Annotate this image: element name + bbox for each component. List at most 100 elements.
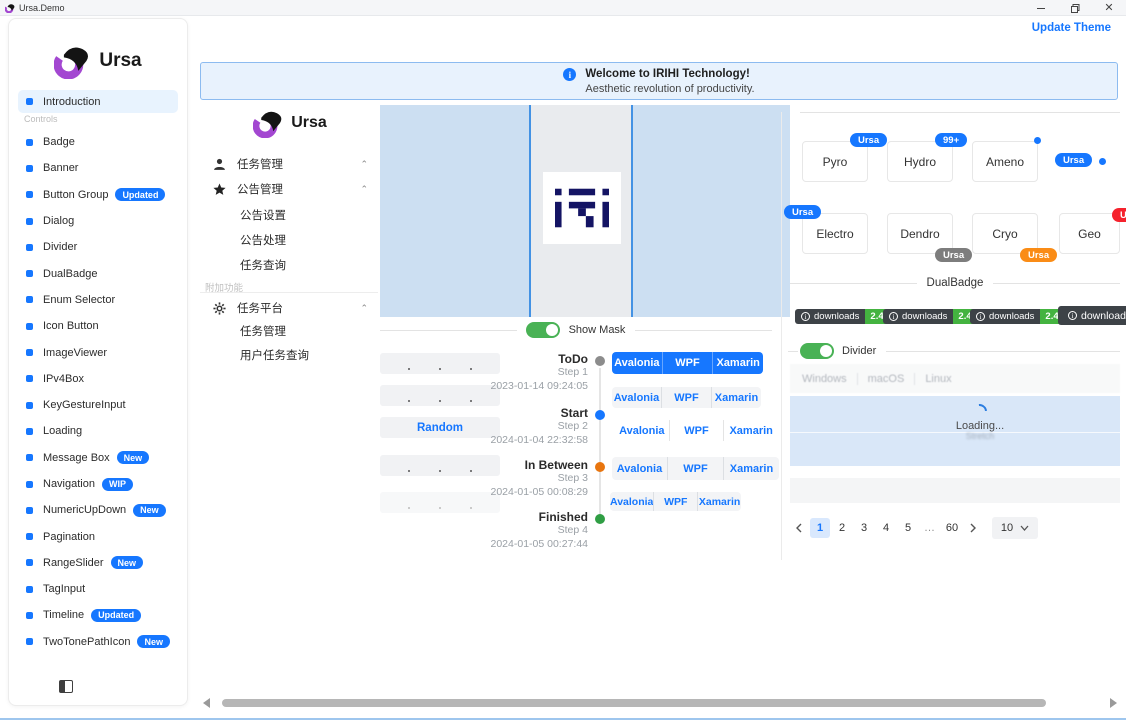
- nav-item---6[interactable]: 任务平台⌃: [200, 296, 380, 320]
- scroll-right-icon[interactable]: [1110, 698, 1117, 708]
- close-icon[interactable]: ✕: [1092, 0, 1126, 16]
- octet-separator-dot: [439, 400, 441, 402]
- nav-item---0[interactable]: 任务管理 ⌃: [200, 152, 380, 176]
- button-avalonia[interactable]: Avalonia: [612, 387, 661, 408]
- sidebar-item-timeline[interactable]: TimelineUpdated: [18, 602, 186, 628]
- sidebar-item-label: DualBadge: [43, 268, 97, 280]
- sidebar-item-ipv4box[interactable]: IPv4Box: [18, 366, 186, 392]
- minimize-icon[interactable]: [1024, 0, 1058, 16]
- sidebar-item-label: Dialog: [43, 215, 74, 227]
- octet-separator-dot: [408, 507, 410, 509]
- sidebar-item-enum-selector[interactable]: Enum Selector: [18, 287, 186, 313]
- nav-item---2[interactable]: 公告设置: [200, 203, 380, 227]
- sidebar-item-navigation[interactable]: NavigationWIP: [18, 471, 186, 497]
- page-button-2[interactable]: 2: [832, 518, 852, 538]
- sidebar-item-icon-button[interactable]: Icon Button: [18, 313, 186, 339]
- nav-item-label: 任务管理: [237, 156, 283, 172]
- viewer-divider-right[interactable]: [631, 105, 633, 317]
- page-button-5[interactable]: 5: [898, 518, 918, 538]
- button-avalonia[interactable]: Avalonia: [612, 352, 662, 374]
- sidebar-item-rangeslider[interactable]: RangeSliderNew: [18, 550, 186, 576]
- sidebar-item-divider[interactable]: Divider: [18, 234, 186, 260]
- page-button-60[interactable]: 60: [942, 518, 962, 538]
- button-xamarin[interactable]: Xamarin: [723, 420, 778, 441]
- divider-line: [790, 283, 917, 284]
- sidebar-item-dualbadge[interactable]: DualBadge: [18, 260, 186, 286]
- button-group-light-compact: AvaloniaWPFXamarin: [610, 492, 741, 511]
- viewer-divider-left[interactable]: [529, 105, 531, 317]
- bullet-icon: [26, 139, 33, 146]
- restore-icon[interactable]: [1058, 0, 1092, 16]
- tab-macos-disabled: macOS: [868, 373, 905, 385]
- sidebar-item-banner[interactable]: Banner: [18, 155, 186, 181]
- button-wpf[interactable]: WPF: [662, 352, 713, 374]
- page-prev-icon[interactable]: [790, 518, 808, 538]
- button-wpf[interactable]: WPF: [653, 492, 697, 511]
- sidebar-item-message-box[interactable]: Message BoxNew: [18, 445, 186, 471]
- button-wpf[interactable]: WPF: [669, 420, 724, 441]
- scroll-left-icon[interactable]: [203, 698, 210, 708]
- window-controls: ✕: [1024, 0, 1126, 16]
- sidebar-item-numericupdown[interactable]: NumericUpDownNew: [18, 497, 186, 523]
- irihi-logo-glyph: [555, 188, 609, 228]
- sidebar-item-label: Loading: [43, 425, 82, 437]
- info-icon: i: [1068, 311, 1077, 320]
- page-button-1[interactable]: 1: [810, 518, 830, 538]
- timeline-entry-todo: ToDoStep 12023-01-14 09:24:05: [388, 352, 588, 393]
- sidebar-item-taginput[interactable]: TagInput: [18, 576, 186, 602]
- sidebar-logo: Ursa: [9, 43, 187, 79]
- dualbadge-label-text: downloads: [989, 311, 1034, 322]
- status-badge: WIP: [102, 478, 133, 491]
- info-icon: i: [563, 68, 576, 81]
- chevron-down-icon: [1020, 522, 1029, 534]
- sidebar-item-pagination[interactable]: Pagination: [18, 523, 186, 549]
- sidebar-item-dialog[interactable]: Dialog: [18, 208, 186, 234]
- divider-toggle[interactable]: [800, 343, 834, 359]
- button-avalonia[interactable]: Avalonia: [615, 420, 669, 441]
- nav-item---3[interactable]: 公告处理: [200, 228, 380, 252]
- page-next-icon[interactable]: [964, 518, 982, 538]
- nav-item---1[interactable]: 公告管理⌃: [200, 177, 380, 201]
- user-icon: [213, 158, 226, 171]
- sidebar-item-button-group[interactable]: Button GroupUpdated: [18, 182, 186, 208]
- badge-card-ameno: Ameno: [972, 141, 1038, 182]
- viewer-mask-right: [631, 105, 790, 317]
- sidebar-item-imageviewer[interactable]: ImageViewer: [18, 339, 186, 365]
- button-avalonia[interactable]: Avalonia: [610, 492, 653, 511]
- horizontal-scrollbar[interactable]: [222, 699, 1046, 707]
- button-xamarin[interactable]: Xamarin: [712, 352, 763, 374]
- button-wpf[interactable]: WPF: [667, 457, 723, 480]
- image-viewer[interactable]: [380, 105, 790, 317]
- button-xamarin[interactable]: Xamarin: [697, 492, 741, 511]
- button-avalonia[interactable]: Avalonia: [612, 457, 667, 480]
- nav-item---7[interactable]: 任务管理: [200, 319, 380, 343]
- sidebar-item-label: RangeSlider: [43, 557, 104, 569]
- chevron-up-icon: ⌃: [360, 159, 368, 170]
- button-wpf[interactable]: WPF: [661, 387, 711, 408]
- update-theme-button[interactable]: Update Theme: [1026, 19, 1117, 37]
- sidebar-collapse-icon[interactable]: [59, 680, 73, 693]
- nav-item---8[interactable]: 用户任务查询: [200, 343, 380, 367]
- sidebar-item-label: TwoTonePathIcon: [43, 636, 130, 648]
- sidebar-item-twotonepathicon[interactable]: TwoTonePathIconNew: [18, 629, 186, 655]
- sidebar-item-loading[interactable]: Loading: [18, 418, 186, 444]
- button-xamarin[interactable]: Xamarin: [723, 457, 779, 480]
- info-icon: i: [976, 312, 985, 321]
- sidebar-item-keygestureinput[interactable]: KeyGestureInput: [18, 392, 186, 418]
- button-xamarin[interactable]: Xamarin: [711, 387, 761, 408]
- sidebar-item-label: Enum Selector: [43, 294, 115, 306]
- page-button-4[interactable]: 4: [876, 518, 896, 538]
- sidebar-item-introduction[interactable]: Introduction: [18, 90, 178, 113]
- divider-demo-label: Divider: [842, 345, 876, 357]
- sidebar-item-label: ImageViewer: [43, 347, 107, 359]
- timeline-title: In Between: [388, 458, 588, 472]
- nav-item---4[interactable]: 任务查询: [200, 253, 380, 277]
- sidebar-logo-text: Ursa: [99, 50, 141, 72]
- show-mask-toggle[interactable]: [526, 322, 560, 338]
- loading-background-text: Stretch: [790, 431, 1126, 441]
- page-size-dropdown[interactable]: 10: [992, 517, 1038, 539]
- timeline-dot-icon: [595, 514, 605, 524]
- sidebar-item-badge[interactable]: Badge: [18, 129, 186, 155]
- dualbadge-label: idownloads: [883, 309, 953, 324]
- page-button-3[interactable]: 3: [854, 518, 874, 538]
